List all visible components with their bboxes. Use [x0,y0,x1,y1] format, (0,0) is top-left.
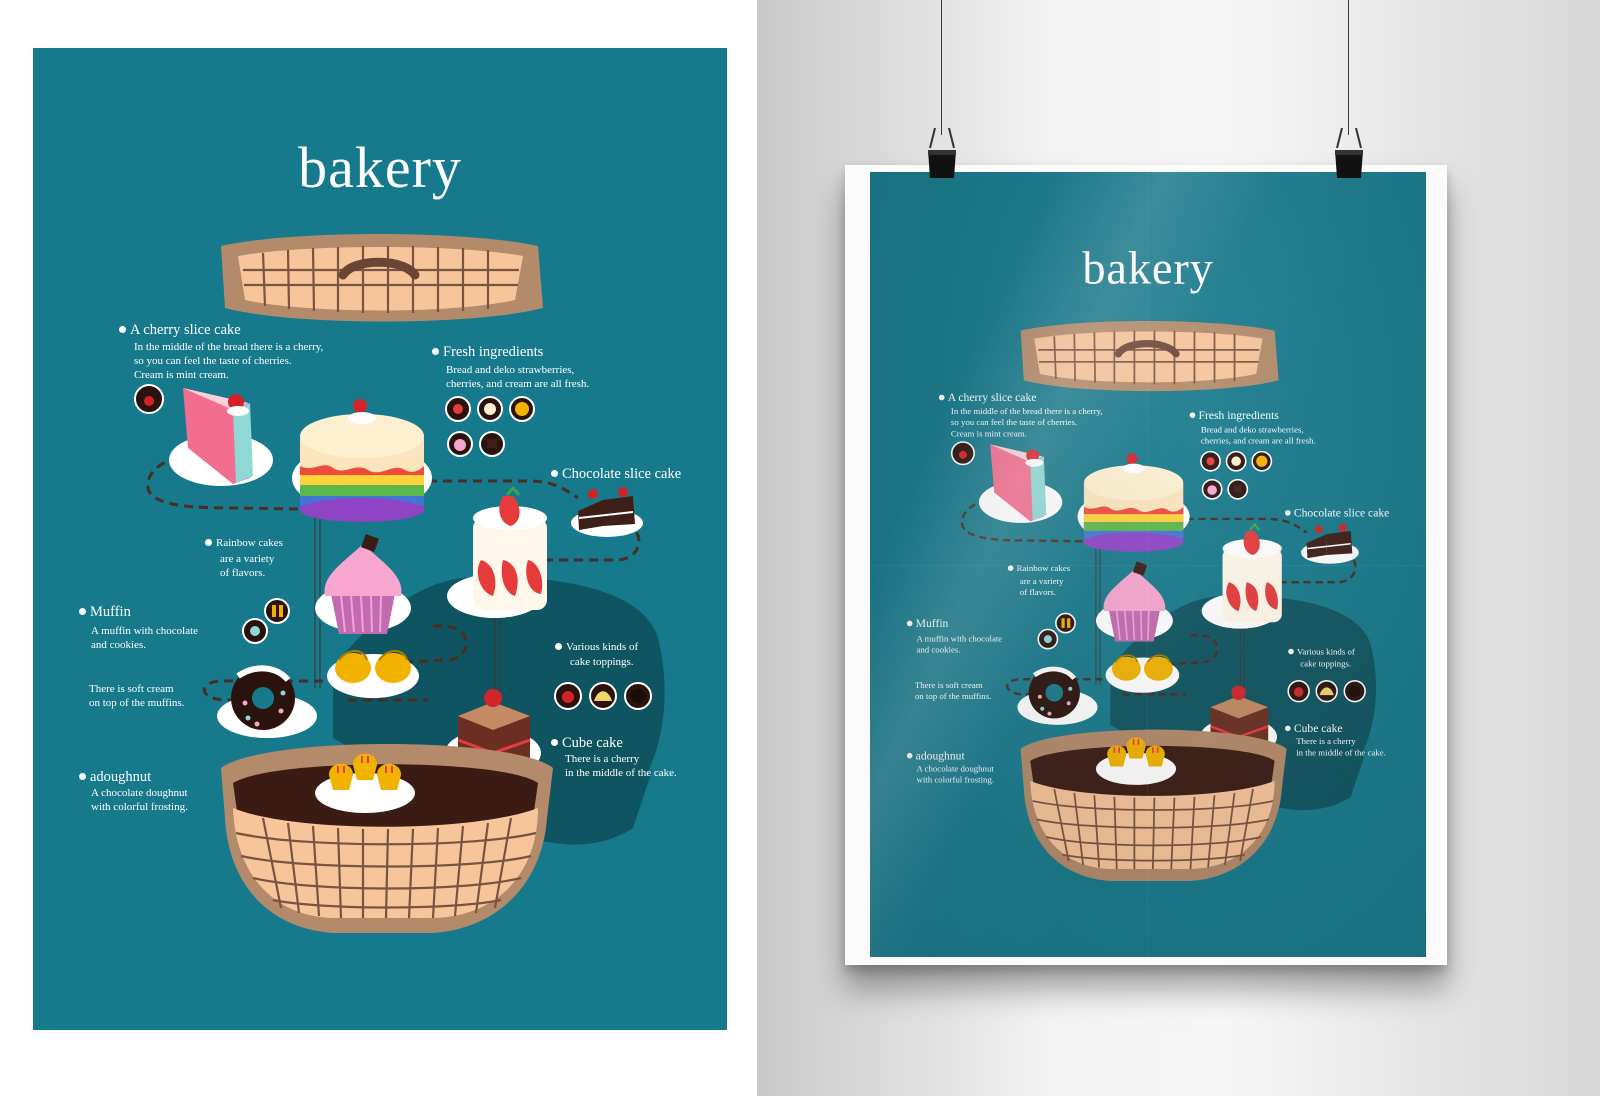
poster-title: bakery [298,135,462,200]
label-fresh-ingredients: Fresh ingredients [432,344,543,361]
desc-cube-cake: There is a cherry in the middle of the c… [565,753,677,779]
chocolate-slice-cake [1301,523,1359,564]
label-toppings: Various kinds of [1288,647,1355,657]
strawberry-cake [447,485,547,618]
basket [1020,729,1287,882]
bun-plate [327,650,419,698]
label-fresh-ingredients: Fresh ingredients [1189,409,1279,423]
label-muffin: Muffin [906,617,948,631]
cupcake [1095,561,1173,642]
cupcake [315,534,411,634]
label-cherry-slice-cake: A cherry slice cake [119,322,241,339]
strawberry-cake [1201,522,1282,629]
desc-muffin: A muffin with chocolate and cookies. [91,625,199,651]
label-doughnut: adoughnut [906,750,965,764]
desc-fresh-ingredients: Bread and deko strawberries, cherries, a… [1200,425,1316,447]
poster-title: bakery [1082,241,1214,294]
desc-soft-cream: There is soft cream on top of the muffin… [914,680,992,702]
cherry-slice-cake [169,388,273,486]
desc-toppings: cake toppings. [570,656,634,668]
label-chocolate-slice-cake: Chocolate slice cake [551,466,681,483]
label-muffin: Muffin [79,604,131,621]
binder-clip-left-icon [928,128,956,178]
doughnut [217,665,317,738]
hanging-wire-right [1348,0,1349,135]
label-rainbow-cakes: Rainbow cakes [205,537,283,549]
desc-toppings: cake toppings. [1300,659,1352,669]
fold-line-horizontal [870,565,1426,566]
rainbow-cake [292,399,432,522]
label-toppings: Various kinds of [555,641,638,653]
desc-rainbow-cakes: are a variety of flavors. [1019,576,1064,598]
desc-cherry-slice-cake: In the middle of the bread there is a ch… [134,341,324,381]
hanging-wire-left [941,0,942,135]
label-cube-cake: Cube cake [551,735,623,752]
cherry-slice-cake [978,444,1063,523]
desc-rainbow-cakes: are a variety of flavors. [220,553,275,579]
label-cube-cake: Cube cake [1285,722,1343,736]
basket [221,744,553,933]
poster-flat: bakery A cherry slice cake In the middle… [33,48,727,1030]
desc-cherry-slice-cake: In the middle of the bread there is a ch… [950,406,1103,439]
label-cherry-slice-cake: A cherry slice cake [938,392,1036,406]
chocolate-slice-cake [571,487,643,537]
basket-lid [1020,321,1279,392]
basket-lid [221,234,543,322]
doughnut [1017,666,1098,725]
desc-doughnut: A chocolate doughnut with colorful frost… [916,764,995,785]
label-doughnut: adoughnut [79,769,151,786]
binder-clip-right-icon [1335,128,1363,178]
desc-soft-cream: There is soft cream on top of the muffin… [89,683,185,709]
desc-cube-cake: There is a cherry in the middle of the c… [1296,736,1386,758]
desc-fresh-ingredients: Bread and deko strawberries, cherries, a… [446,364,590,390]
rainbow-cake [1077,453,1190,552]
bun-plate [1105,654,1180,693]
desc-muffin: A muffin with chocolate and cookies. [916,634,1003,656]
label-chocolate-slice-cake: Chocolate slice cake [1285,507,1389,521]
desc-doughnut: A chocolate doughnut with colorful frost… [91,787,188,813]
